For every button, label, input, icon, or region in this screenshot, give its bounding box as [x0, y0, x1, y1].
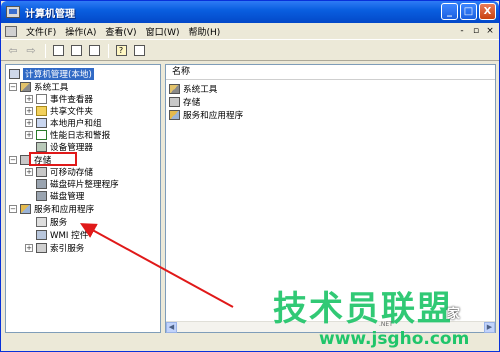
tree-node-label: 事件查看器 — [50, 95, 93, 105]
tree-node-label: 共享文件夹 — [50, 107, 93, 117]
forward-arrow-icon[interactable]: ⇨ — [23, 43, 39, 59]
toolbar: ⇦ ⇨ ? — [1, 41, 499, 61]
system-tools-icon — [20, 82, 31, 92]
tree-node-label: WMI 控件 — [50, 231, 89, 241]
tree-node-label: 磁盘管理 — [50, 192, 85, 202]
back-arrow-icon[interactable]: ⇦ — [5, 43, 21, 59]
tree-node-label: 系统工具 — [34, 83, 69, 93]
tree-node-label: 服务和应用程序 — [34, 205, 95, 215]
removable-storage-icon — [36, 167, 47, 177]
shared-folder-icon — [36, 106, 47, 116]
toolbar-separator — [45, 43, 46, 58]
watermark-url-small: .NET — [379, 321, 393, 328]
show-console-tree-icon[interactable] — [131, 43, 147, 59]
tree-node-removable-storage[interactable]: + 可移动存储 — [25, 166, 93, 178]
event-viewer-icon — [36, 94, 47, 104]
tree-node-label: 磁盘碎片整理程序 — [50, 180, 119, 190]
mdi-close-button[interactable]: × — [485, 26, 495, 36]
disk-management-icon — [36, 191, 47, 201]
tree-node-local-users[interactable]: + 本地用户和组 — [25, 117, 102, 129]
scroll-left-icon[interactable]: ◀ — [166, 322, 177, 333]
up-level-icon[interactable] — [68, 43, 84, 59]
collapse-icon[interactable]: − — [9, 156, 17, 164]
list-item-label: 服务和应用程序 — [183, 111, 244, 121]
indexing-service-icon — [36, 243, 47, 253]
computer-icon — [9, 69, 20, 79]
column-header-name[interactable]: 名称 — [166, 65, 495, 80]
help-icon[interactable]: ? — [113, 43, 129, 59]
watermark-url: www.jsgho.com — [319, 329, 470, 349]
scroll-right-icon[interactable]: ▶ — [484, 322, 495, 333]
menu-action[interactable]: 操作(A) — [65, 25, 96, 38]
tree-node-disk-management[interactable]: 磁盘管理 — [36, 190, 84, 202]
device-manager-icon — [36, 142, 47, 152]
tree-node-indexing-service[interactable]: + 索引服务 — [25, 242, 84, 254]
menu-help[interactable]: 帮助(H) — [189, 25, 221, 38]
collapse-icon[interactable]: − — [9, 205, 17, 213]
expand-icon[interactable]: + — [25, 168, 33, 176]
tree-node-system-tools[interactable]: − 系统工具 — [9, 81, 68, 93]
list-item[interactable]: 存储 — [169, 96, 200, 108]
console-tree-pane: 计算机管理(本地) − 系统工具 + 事件查看器 + 共享文件夹 + 本地用户和… — [5, 64, 161, 333]
toolbar-separator — [108, 43, 109, 58]
list-item[interactable]: 系统工具 — [169, 83, 217, 95]
tree-node-services[interactable]: 服务 — [36, 216, 67, 228]
title-bar[interactable]: 计算机管理 _ □ X — [1, 1, 499, 23]
storage-icon — [169, 97, 180, 107]
maximize-button[interactable]: □ — [460, 3, 477, 20]
system-tools-icon — [169, 84, 180, 94]
list-item[interactable]: 服务和应用程序 — [169, 109, 243, 121]
console-menu-icon[interactable] — [5, 25, 17, 37]
disk-defragmenter-icon — [36, 179, 47, 189]
window-controls: _ □ X — [441, 3, 496, 20]
tree-node-event-viewer[interactable]: + 事件查看器 — [25, 93, 93, 105]
mdi-minimize-button[interactable]: - — [457, 26, 467, 36]
window-title: 计算机管理 — [25, 8, 75, 20]
tree-node-wmi-control[interactable]: WMI 控件 — [36, 229, 88, 241]
expand-icon[interactable]: + — [25, 95, 33, 103]
services-applications-icon — [169, 110, 180, 120]
watermark-sub: 家 — [447, 307, 461, 322]
users-icon — [36, 118, 47, 128]
expand-icon[interactable]: + — [25, 107, 33, 115]
computer-management-icon — [6, 6, 20, 18]
watermark-logo: 技术员联盟 — [273, 289, 453, 329]
menu-view[interactable]: 查看(V) — [105, 25, 136, 38]
tree-node-disk-defrag[interactable]: 磁盘碎片整理程序 — [36, 178, 119, 190]
close-button[interactable]: X — [479, 3, 496, 20]
list-item-label: 存储 — [183, 98, 201, 108]
expand-icon[interactable]: + — [25, 244, 33, 252]
mdi-restore-button[interactable]: ▫ — [471, 26, 481, 36]
collapse-icon[interactable]: − — [9, 83, 17, 91]
tree-node-label: 服务 — [50, 218, 68, 228]
menu-file[interactable]: 文件(F) — [26, 25, 56, 38]
expand-icon[interactable]: + — [25, 119, 33, 127]
expand-icon[interactable]: + — [25, 131, 33, 139]
tree-node-label: 性能日志和警报 — [50, 131, 111, 141]
wmi-control-icon — [36, 230, 47, 240]
list-item-label: 系统工具 — [183, 85, 218, 95]
tree-node-label: 索引服务 — [50, 244, 85, 254]
performance-logs-icon — [36, 130, 47, 140]
properties-icon[interactable] — [86, 43, 102, 59]
minimize-button[interactable]: _ — [441, 3, 458, 20]
menu-bar: 文件(F) 操作(A) 查看(V) 窗口(W) 帮助(H) - ▫ × — [1, 23, 499, 40]
services-icon — [36, 217, 47, 227]
computer-management-window: 计算机管理 _ □ X 文件(F) 操作(A) 查看(V) 窗口(W) 帮助(H… — [0, 0, 500, 352]
tree-node-label: 本地用户和组 — [50, 119, 102, 129]
annotation-highlight-box — [29, 152, 77, 166]
menu-window[interactable]: 窗口(W) — [146, 25, 180, 38]
show-hide-tree-icon[interactable] — [50, 43, 66, 59]
tree-root-label: 计算机管理(本地) — [23, 68, 94, 80]
services-applications-icon — [20, 204, 31, 214]
tree-node-perf-logs[interactable]: + 性能日志和警报 — [25, 129, 110, 141]
tree-node-shared-folders[interactable]: + 共享文件夹 — [25, 105, 93, 117]
tree-root[interactable]: 计算机管理(本地) — [9, 68, 94, 80]
tree-node-label: 可移动存储 — [50, 168, 93, 178]
mdi-controls: - ▫ × — [457, 26, 495, 36]
tree-node-services-apps[interactable]: − 服务和应用程序 — [9, 203, 94, 215]
